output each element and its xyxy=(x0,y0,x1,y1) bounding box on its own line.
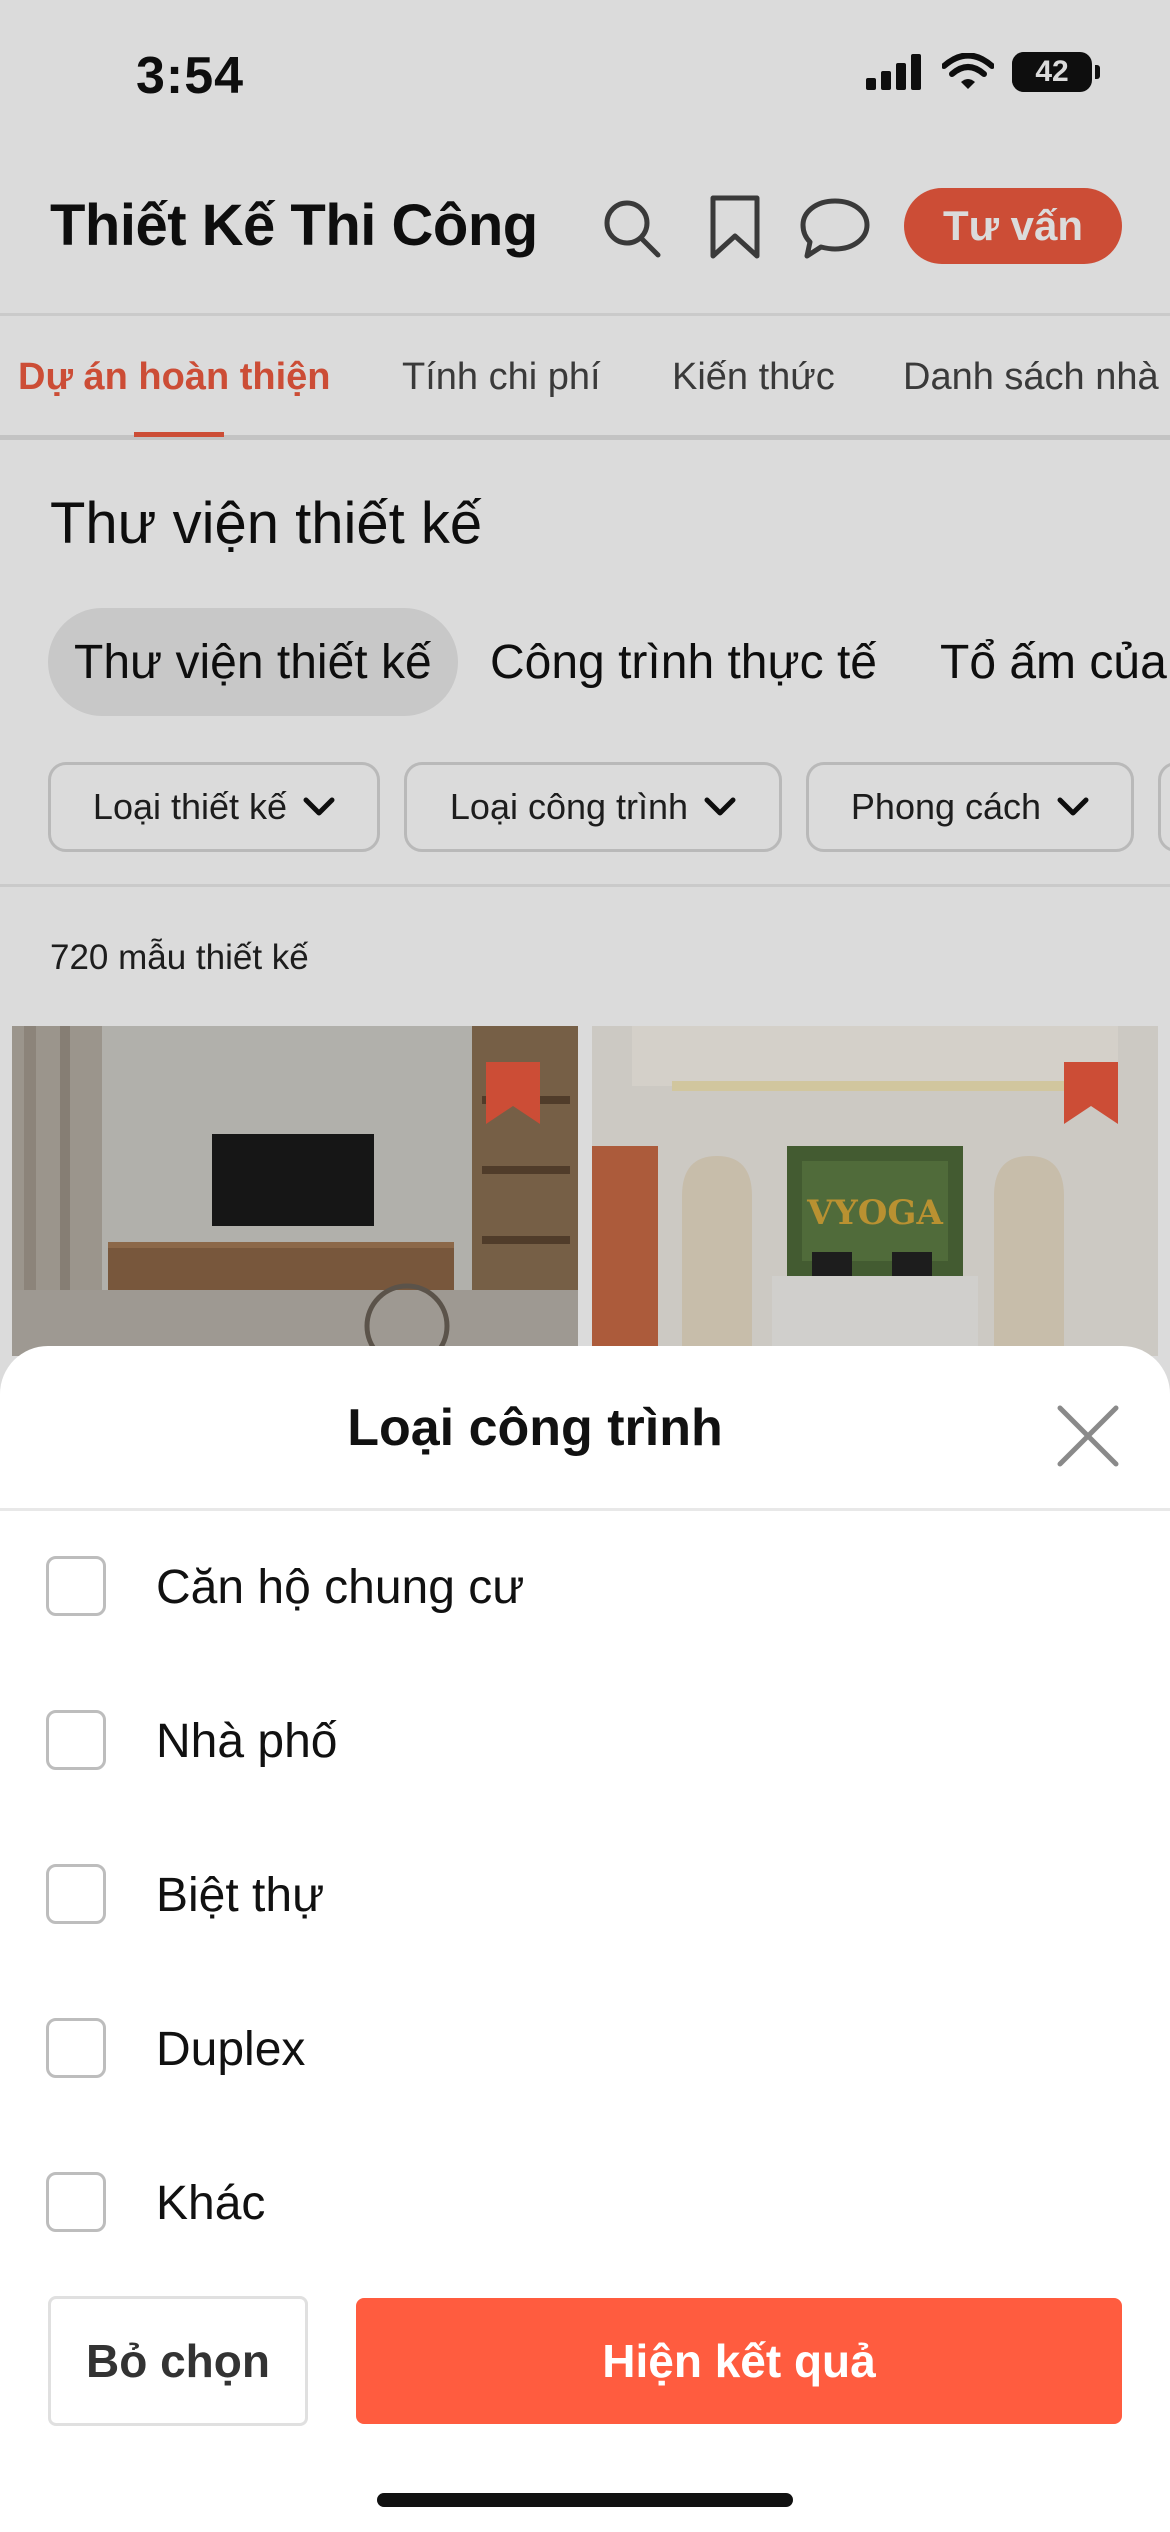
option-label: Căn hộ chung cư xyxy=(156,1561,525,1614)
filter-bottom-sheet: Loại công trình Căn hộ chung cư Nhà phố … xyxy=(0,1346,1170,2532)
sheet-title: Loại công trình xyxy=(347,1399,723,1457)
divider xyxy=(0,1508,1170,1511)
home-indicator xyxy=(377,2493,793,2507)
checkbox[interactable] xyxy=(46,2018,106,2078)
option-can-ho-chung-cu[interactable]: Căn hộ chung cư xyxy=(0,1526,1170,1646)
option-label: Nhà phố xyxy=(156,1715,338,1768)
show-results-button[interactable]: Hiện kết quả xyxy=(356,2298,1122,2424)
checkbox[interactable] xyxy=(46,1710,106,1770)
checkbox[interactable] xyxy=(46,1864,106,1924)
option-biet-thu[interactable]: Biệt thự xyxy=(0,1834,1170,1954)
option-label: Khác xyxy=(156,2177,266,2230)
checkbox[interactable] xyxy=(46,2172,106,2232)
option-nha-pho[interactable]: Nhà phố xyxy=(0,1680,1170,1800)
option-label: Duplex xyxy=(156,2023,306,2076)
close-icon[interactable] xyxy=(1052,1400,1124,1472)
checkbox[interactable] xyxy=(46,1556,106,1616)
option-duplex[interactable]: Duplex xyxy=(0,1988,1170,2108)
option-label: Biệt thự xyxy=(156,1869,325,1922)
clear-selection-button[interactable]: Bỏ chọn xyxy=(48,2296,308,2426)
option-khac[interactable]: Khác xyxy=(0,2142,1170,2262)
